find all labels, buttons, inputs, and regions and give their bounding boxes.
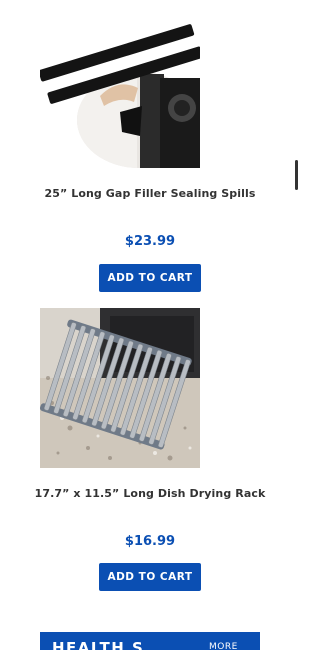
product-price: $23.99	[124, 234, 176, 249]
product-title[interactable]: 17.7” x 11.5” Long Dish Drying Rack	[0, 487, 300, 500]
product-image[interactable]	[40, 8, 200, 168]
product-title[interactable]: 25” Long Gap Filler Sealing Spills	[0, 187, 300, 200]
more-link[interactable]: MORE	[209, 642, 238, 650]
add-to-cart-button[interactable]: ADD TO CART	[99, 563, 201, 591]
product-price: $16.99	[124, 534, 176, 549]
scrollbar-thumb[interactable]	[295, 160, 298, 190]
product-image[interactable]	[40, 308, 200, 468]
banner-title: HEALTH S	[52, 639, 145, 650]
product-card: 25” Long Gap Filler Sealing Spills $23.9…	[0, 0, 300, 300]
gap-filler-strips-image	[40, 8, 200, 168]
dish-drying-rack-image	[40, 308, 200, 468]
promo-banner[interactable]: HEALTH S MORE	[40, 632, 260, 650]
product-card: 17.7” x 11.5” Long Dish Drying Rack $16.…	[0, 300, 300, 600]
add-to-cart-button[interactable]: ADD TO CART	[99, 264, 201, 292]
